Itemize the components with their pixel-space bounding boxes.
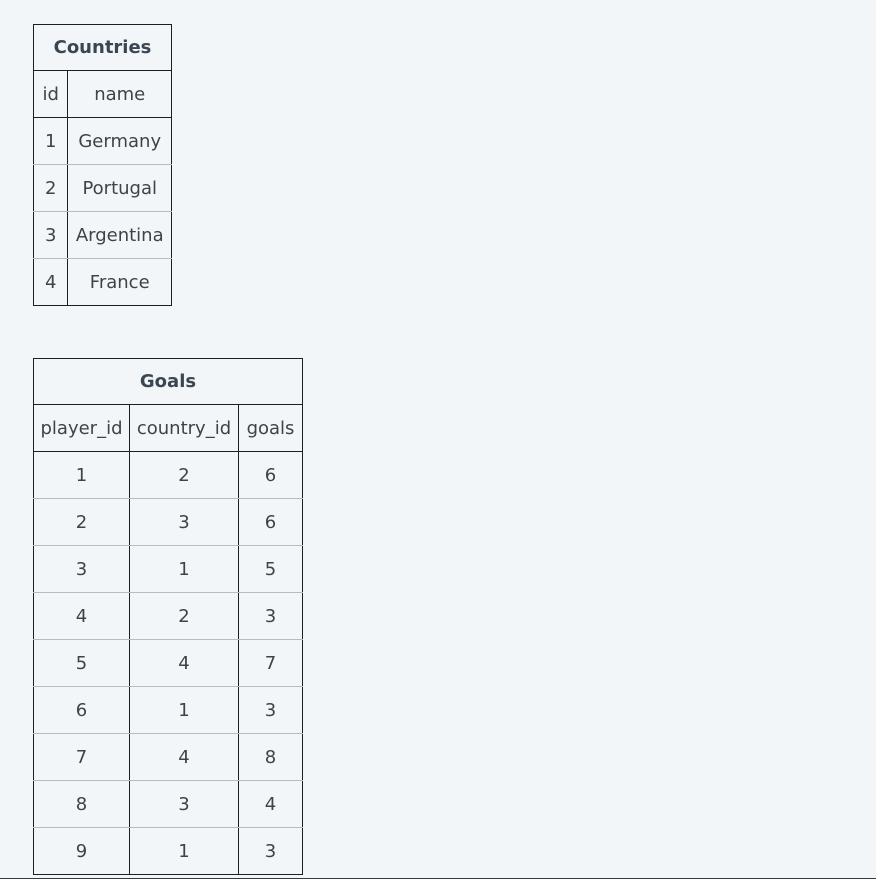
- table-cell: 5: [238, 545, 303, 593]
- table-cell: 6: [238, 498, 303, 546]
- goals-table: Goals player_id country_id goals 1 2 6 2…: [33, 358, 303, 875]
- column-header: name: [67, 70, 172, 118]
- table-cell: 3: [33, 545, 130, 593]
- table-row: 1 Germany: [32, 117, 172, 165]
- table-cell: 7: [238, 639, 303, 687]
- table-cell: 1: [129, 686, 239, 734]
- column-header: player_id: [33, 404, 130, 452]
- table-cell: 4: [129, 639, 239, 687]
- table-cell: France: [67, 258, 172, 306]
- table-cell: 3: [32, 211, 69, 259]
- column-header: goals: [238, 404, 303, 452]
- countries-table: Countries id name 1 Germany 2 Portugal 3…: [32, 24, 172, 306]
- table-row: 4 France: [32, 258, 172, 306]
- table-cell: 4: [238, 780, 303, 828]
- table-caption-row: Goals: [33, 358, 303, 405]
- table-cell: 1: [33, 451, 130, 499]
- table-cell: Germany: [67, 117, 172, 165]
- table-row: 8 3 4: [33, 780, 303, 828]
- table-cell: 3: [238, 592, 303, 640]
- table-row: 3 Argentina: [32, 211, 172, 259]
- table-cell: 1: [129, 827, 239, 875]
- table-cell: 3: [129, 498, 239, 546]
- table-row: 6 1 3: [33, 686, 303, 734]
- column-header: country_id: [129, 404, 239, 452]
- table-cell: 8: [33, 780, 130, 828]
- table-cell: 6: [238, 451, 303, 499]
- table-cell: 2: [32, 164, 69, 212]
- table-row: 5 4 7: [33, 639, 303, 687]
- table-cell: 9: [33, 827, 130, 875]
- table-cell: 6: [33, 686, 130, 734]
- table-cell: 1: [32, 117, 69, 165]
- table-row: 9 1 3: [33, 827, 303, 875]
- table-row: 3 1 5: [33, 545, 303, 593]
- table-title: Goals: [33, 358, 303, 405]
- table-caption-row: Countries: [33, 24, 172, 71]
- table-row: 4 2 3: [33, 592, 303, 640]
- table-cell: 2: [129, 592, 239, 640]
- table-title: Countries: [33, 24, 172, 71]
- table-row: 2 3 6: [33, 498, 303, 546]
- table-row: 7 4 8: [33, 733, 303, 781]
- table-cell: 3: [238, 686, 303, 734]
- table-cell: 2: [129, 451, 239, 499]
- table-cell: 1: [129, 545, 239, 593]
- table-header-row: id name: [32, 70, 172, 118]
- table-row: 1 2 6: [33, 451, 303, 499]
- table-cell: 2: [33, 498, 130, 546]
- table-header-row: player_id country_id goals: [33, 404, 303, 452]
- table-row: 2 Portugal: [32, 164, 172, 212]
- table-cell: 4: [33, 592, 130, 640]
- table-cell: 7: [33, 733, 130, 781]
- table-cell: 3: [129, 780, 239, 828]
- column-header: id: [32, 70, 69, 118]
- table-cell: 3: [238, 827, 303, 875]
- table-cell: 4: [129, 733, 239, 781]
- table-cell: Portugal: [67, 164, 172, 212]
- table-cell: 4: [32, 258, 69, 306]
- table-cell: 8: [238, 733, 303, 781]
- table-cell: 5: [33, 639, 130, 687]
- table-cell: Argentina: [67, 211, 172, 259]
